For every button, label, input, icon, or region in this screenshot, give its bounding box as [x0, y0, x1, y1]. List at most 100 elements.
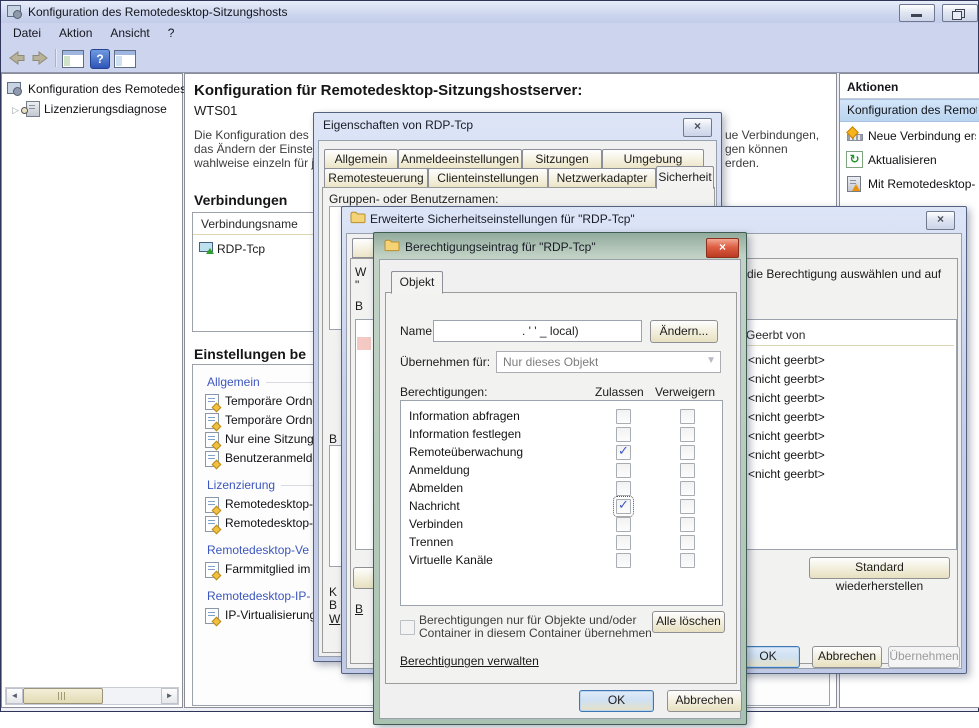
clipped-link-fragment[interactable]: B [355, 602, 363, 616]
inherited-from-row[interactable]: <nicht geerbt> [748, 408, 825, 427]
allow-checkbox[interactable] [616, 553, 631, 568]
forward-button[interactable] [31, 51, 49, 65]
tab-objekt[interactable]: Objekt [391, 271, 443, 294]
inherited-from-row[interactable]: <nicht geerbt> [748, 465, 825, 484]
tree-horizontal-scrollbar[interactable]: ◄ ► [5, 687, 179, 705]
close-icon[interactable]: × [683, 118, 712, 137]
back-button[interactable] [8, 51, 26, 65]
permission-name: Information festlegen [409, 427, 521, 441]
minimize-button[interactable] [899, 4, 935, 22]
menu-item-ansicht[interactable]: Ansicht [101, 23, 158, 40]
deny-checkbox[interactable] [680, 463, 695, 478]
allow-checkbox[interactable] [616, 463, 631, 478]
allow-checkbox[interactable] [616, 517, 631, 532]
tab-remotesteuerung[interactable]: Remotesteuerung [324, 168, 428, 188]
permission-row: Nachricht [401, 497, 722, 515]
permissions-list[interactable]: Information abfragen Information festlege… [400, 400, 723, 606]
help-button[interactable]: ? [90, 49, 110, 69]
hint-text-fragment: die Berechtigung auswählen und auf [747, 267, 941, 281]
clipped-link-fragment[interactable]: W [329, 612, 340, 626]
container-note-line: Berechtigungen nur für Objekte und/oder [419, 613, 636, 627]
change-button[interactable]: Ändern... [650, 320, 718, 343]
window-titlebar[interactable]: Konfiguration des Remotedesktop-Sitzungs… [1, 1, 978, 24]
allow-checkbox[interactable] [616, 499, 631, 514]
menu-bar: DateiAktionAnsicht? [1, 23, 978, 46]
menu-item-?[interactable]: ? [159, 23, 184, 40]
name-field[interactable]: . ' ' _ local) [433, 320, 642, 342]
tab-netzwerkadapter[interactable]: Netzwerkadapter [548, 168, 656, 188]
tab-allgemein[interactable]: Allgemein [324, 149, 398, 169]
tree-item-lizenzierungsdiagnose[interactable]: ▷ Lizenzierungsdiagnose [12, 102, 19, 116]
apply-to-combobox[interactable]: Nur dieses Objekt ▼ [496, 351, 721, 373]
deny-checkbox[interactable] [680, 409, 695, 424]
inherited-from-row[interactable]: <nicht geerbt> [748, 351, 825, 370]
manage-permissions-link[interactable]: Berechtigungen verwalten [400, 654, 539, 668]
tab-sicherheit[interactable]: Sicherheit [656, 166, 714, 189]
allow-checkbox[interactable] [616, 481, 631, 496]
inherited-from-column-header[interactable]: Geerbt von [746, 328, 805, 342]
allow-checkbox[interactable] [616, 409, 631, 424]
cancel-button[interactable]: Abbrechen [812, 646, 882, 668]
tab-clienteinstellungen[interactable]: Clienteinstellungen [428, 168, 548, 188]
inherited-from-row[interactable]: <nicht geerbt> [748, 389, 825, 408]
restore-default-button[interactable]: Standard wiederherstellen [809, 557, 950, 579]
action-item-label: Neue Verbindung ers [868, 129, 976, 143]
allow-checkbox[interactable] [616, 445, 631, 460]
action-item-label: Aktualisieren [868, 153, 976, 167]
permission-row: Abmelden [401, 479, 722, 497]
screen: Konfiguration des Remotedesktop-Sitzungs… [0, 0, 979, 728]
cancel-button[interactable]: Abbrechen [667, 690, 742, 712]
tab-anmeldeeinstellungen[interactable]: Anmeldeeinstellungen [398, 149, 522, 169]
action-item[interactable]: Mit Remotedesktop- [840, 172, 979, 196]
close-icon[interactable]: × [706, 238, 739, 258]
close-icon[interactable]: × [926, 211, 955, 230]
deny-checkbox[interactable] [680, 553, 695, 568]
deny-checkbox[interactable] [680, 499, 695, 514]
permission-name: Trennen [409, 535, 453, 549]
actions-selected-label: Konfiguration des Remot [847, 103, 977, 117]
deny-checkbox[interactable] [680, 535, 695, 550]
allow-checkbox[interactable] [616, 427, 631, 442]
intro-text-fragment: gen können [725, 142, 788, 156]
page-title: Konfiguration für Remotedesktop-Sitzungs… [194, 82, 824, 99]
inherited-from-row[interactable]: <nicht geerbt> [748, 427, 825, 446]
expand-arrow-icon[interactable]: ▷ [12, 105, 19, 115]
scroll-right-icon[interactable]: ► [161, 688, 178, 704]
tab-sitzungen[interactable]: Sitzungen [522, 149, 602, 169]
clear-all-button[interactable]: Alle löschen [652, 611, 725, 633]
intro-text-fragment: erden. [725, 156, 759, 170]
action-item[interactable]: Neue Verbindung ers [840, 124, 979, 148]
settings-group-text: Allgemein [207, 375, 260, 389]
ok-button[interactable]: OK [579, 690, 654, 712]
advanced-dialog-title: Erweiterte Sicherheitseinstellungen für … [370, 212, 635, 226]
menu-item-datei[interactable]: Datei [4, 23, 50, 40]
show-hide-button[interactable] [113, 48, 137, 70]
inherited-from-row[interactable]: <nicht geerbt> [748, 370, 825, 389]
console-tree-button[interactable] [61, 48, 85, 70]
action-item[interactable]: ↻Aktualisieren [840, 148, 979, 172]
settings-doc-icon [205, 562, 219, 578]
deny-checkbox[interactable] [680, 517, 695, 532]
permission-name: Information abfragen [409, 409, 520, 423]
settings-group-text: Lizenzierung [207, 478, 275, 492]
properties-dialog-title: Eigenschaften von RDP-Tcp [323, 118, 473, 132]
settings-doc-icon [205, 413, 219, 429]
scroll-left-icon[interactable]: ◄ [6, 688, 23, 704]
scrollbar-thumb[interactable] [23, 688, 103, 704]
settings-group-text: Remotedesktop-IP- [207, 589, 310, 603]
deny-checkbox[interactable] [680, 445, 695, 460]
connections-column-header[interactable]: Verbindungsname [201, 217, 298, 231]
actions-selected-item[interactable]: Konfiguration des Remot [840, 99, 979, 122]
allow-checkbox[interactable] [616, 535, 631, 550]
deny-checkbox[interactable] [680, 427, 695, 442]
menu-item-aktion[interactable]: Aktion [50, 23, 101, 40]
restore-button[interactable] [942, 4, 978, 22]
container-only-checkbox[interactable] [400, 620, 415, 635]
permission-row: Verbinden [401, 515, 722, 533]
action-item-label: Mit Remotedesktop- [868, 177, 976, 191]
deny-checkbox[interactable] [680, 481, 695, 496]
toolbar-separator [55, 49, 57, 67]
intro-text-fragment: ue Verbindungen, [725, 128, 819, 142]
inherited-from-row[interactable]: <nicht geerbt> [748, 446, 825, 465]
clipped-text-fragment: B [355, 299, 363, 313]
